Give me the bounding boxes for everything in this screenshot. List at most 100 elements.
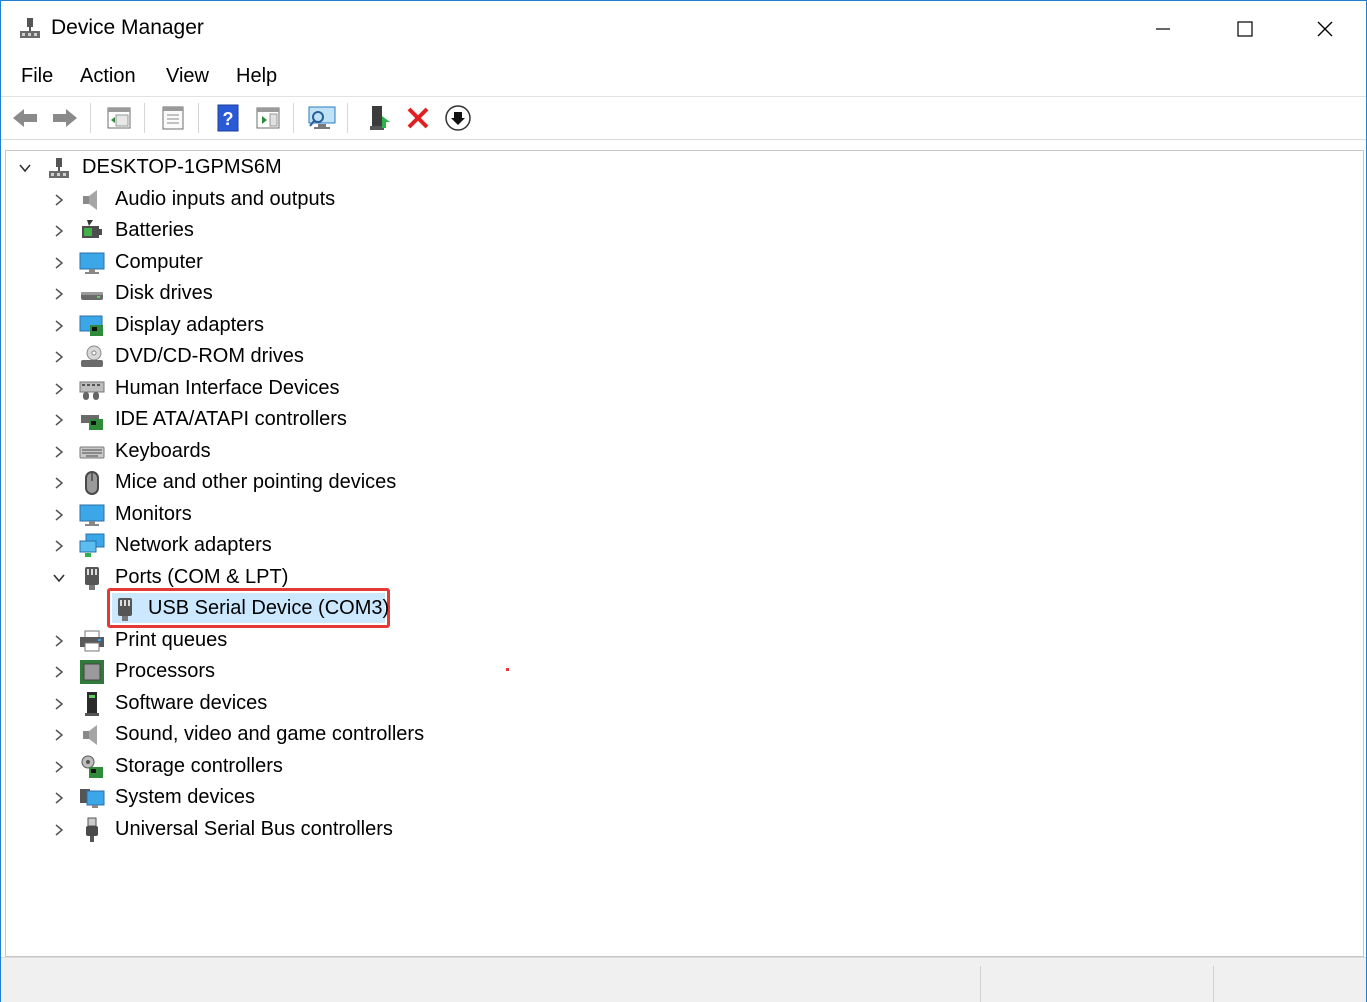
- tree-root[interactable]: DESKTOP-1GPMS6M: [6, 153, 1006, 183]
- chevron-right-icon[interactable]: [52, 445, 66, 459]
- uninstall-device-button[interactable]: [403, 103, 433, 133]
- toolbar-separator: [293, 103, 294, 133]
- maximize-button[interactable]: [1205, 1, 1285, 57]
- tree-child-usb-serial-device[interactable]: USB Serial Device (COM3): [6, 594, 1006, 624]
- tree-item-label: Ports (COM & LPT): [115, 566, 289, 588]
- chevron-right-icon[interactable]: [52, 508, 66, 522]
- tree-item-display-adapters[interactable]: Display adapters: [6, 311, 1006, 341]
- maximize-icon: [1237, 21, 1253, 37]
- update-driver-button[interactable]: [364, 103, 394, 133]
- scan-hardware-changes-icon: [308, 106, 336, 129]
- tree-item-usb-controllers[interactable]: Universal Serial Bus controllers: [6, 815, 1006, 845]
- chevron-right-icon[interactable]: [52, 224, 66, 238]
- usb-icon: [86, 817, 98, 842]
- tree-item-software-devices[interactable]: Software devices: [6, 689, 1006, 719]
- chevron-right-icon[interactable]: [52, 382, 66, 396]
- tree-item-label: Sound, video and game controllers: [115, 723, 425, 745]
- printer-icon: [80, 630, 104, 652]
- tree-item-label: IDE ATA/ATAPI controllers: [115, 408, 347, 430]
- properties-button[interactable]: [158, 103, 188, 133]
- tree-item-mice[interactable]: Mice and other pointing devices: [6, 468, 1006, 498]
- speaker-icon: [83, 725, 97, 745]
- tree-child-label: USB Serial Device (COM3): [148, 597, 390, 619]
- chevron-right-icon[interactable]: [52, 476, 66, 490]
- tree-item-hid[interactable]: Human Interface Devices: [6, 374, 1006, 404]
- show-hide-console-tree-icon: [107, 107, 131, 129]
- device-manager-icon: [20, 18, 40, 38]
- display-adapter-icon: [79, 315, 103, 336]
- monitor-icon: [79, 504, 105, 526]
- tree-item-disk-drives[interactable]: Disk drives: [6, 279, 1006, 309]
- tree-item-label: Processors: [115, 660, 216, 682]
- status-separator: [980, 966, 981, 1002]
- menu-view[interactable]: View: [164, 63, 211, 90]
- tree-item-ide[interactable]: IDE ATA/ATAPI controllers: [6, 405, 1006, 435]
- show-hide-console-tree-button[interactable]: [104, 103, 134, 133]
- tree-item-processors[interactable]: Processors: [6, 657, 1006, 687]
- menu-action[interactable]: Action: [78, 63, 138, 90]
- chevron-right-icon[interactable]: [52, 539, 66, 553]
- toolbar: ?: [1, 96, 1366, 140]
- chevron-right-icon[interactable]: [52, 634, 66, 648]
- processor-icon: [80, 660, 104, 684]
- tree-item-monitors[interactable]: Monitors: [6, 500, 1006, 530]
- chevron-right-icon[interactable]: [52, 256, 66, 270]
- tree-item-computer[interactable]: Computer: [6, 248, 1006, 278]
- close-button[interactable]: [1285, 1, 1365, 57]
- help-button[interactable]: ?: [213, 103, 243, 133]
- window-title: Device Manager: [51, 16, 204, 39]
- hid-icon: [79, 381, 105, 400]
- chevron-right-icon[interactable]: [52, 697, 66, 711]
- computer-network-icon: [49, 158, 69, 178]
- chevron-right-icon[interactable]: [52, 287, 66, 301]
- tree-item-label: Software devices: [115, 692, 268, 714]
- tree-item-audio[interactable]: Audio inputs and outputs: [6, 185, 1006, 215]
- chevron-down-icon[interactable]: [18, 161, 32, 175]
- tree-item-storage-controllers[interactable]: Storage controllers: [6, 752, 1006, 782]
- tree-item-label: Print queues: [115, 629, 228, 651]
- tree-item-sound-video-game[interactable]: Sound, video and game controllers: [6, 720, 1006, 750]
- action-pane-button[interactable]: [253, 103, 283, 133]
- device-tree[interactable]: DESKTOP-1GPMS6M Audio inputs and outputs…: [5, 150, 1364, 957]
- chevron-right-icon[interactable]: [52, 760, 66, 774]
- tree-item-label: Human Interface Devices: [115, 377, 340, 399]
- tree-item-keyboards[interactable]: Keyboards: [6, 437, 1006, 467]
- tree-item-label: Keyboards: [115, 440, 211, 462]
- tree-item-batteries[interactable]: Batteries: [6, 216, 1006, 246]
- chevron-right-icon[interactable]: [52, 193, 66, 207]
- chevron-right-icon[interactable]: [52, 791, 66, 805]
- chevron-right-icon[interactable]: [52, 823, 66, 837]
- network-adapter-icon: [79, 533, 105, 557]
- port-icon: [118, 598, 132, 621]
- help-icon: ?: [217, 104, 239, 132]
- chevron-right-icon[interactable]: [52, 665, 66, 679]
- tree-item-label: Monitors: [115, 503, 192, 525]
- chevron-right-icon[interactable]: [52, 413, 66, 427]
- tree-item-ports[interactable]: Ports (COM & LPT): [6, 563, 1006, 593]
- chevron-right-icon[interactable]: [52, 319, 66, 333]
- minimize-icon: [1156, 28, 1170, 30]
- back-button[interactable]: [10, 103, 40, 133]
- minimize-button[interactable]: [1123, 1, 1203, 57]
- disable-device-button[interactable]: [443, 103, 473, 133]
- chevron-down-icon[interactable]: [52, 571, 66, 585]
- menu-help[interactable]: Help: [234, 63, 279, 90]
- title-bar[interactable]: Device Manager: [1, 1, 1366, 57]
- menu-file[interactable]: File: [19, 63, 55, 90]
- tree-item-network-adapters[interactable]: Network adapters: [6, 531, 1006, 561]
- battery-icon: [82, 220, 102, 238]
- tree-item-print-queues[interactable]: Print queues: [6, 626, 1006, 656]
- tree-item-system-devices[interactable]: System devices: [6, 783, 1006, 813]
- tree-item-label: Computer: [115, 251, 203, 273]
- chevron-right-icon[interactable]: [52, 728, 66, 742]
- tree-item-label: Display adapters: [115, 314, 264, 336]
- chevron-right-icon[interactable]: [52, 350, 66, 364]
- forward-button[interactable]: [50, 103, 80, 133]
- update-driver-icon: [370, 106, 390, 130]
- tree-item-label: DVD/CD-ROM drives: [115, 345, 304, 367]
- scan-hardware-changes-button[interactable]: [307, 103, 337, 133]
- tree-item-dvd[interactable]: DVD/CD-ROM drives: [6, 342, 1006, 372]
- monitor-icon: [79, 252, 105, 274]
- svg-text:?: ?: [223, 109, 234, 129]
- disk-drive-icon: [81, 292, 103, 300]
